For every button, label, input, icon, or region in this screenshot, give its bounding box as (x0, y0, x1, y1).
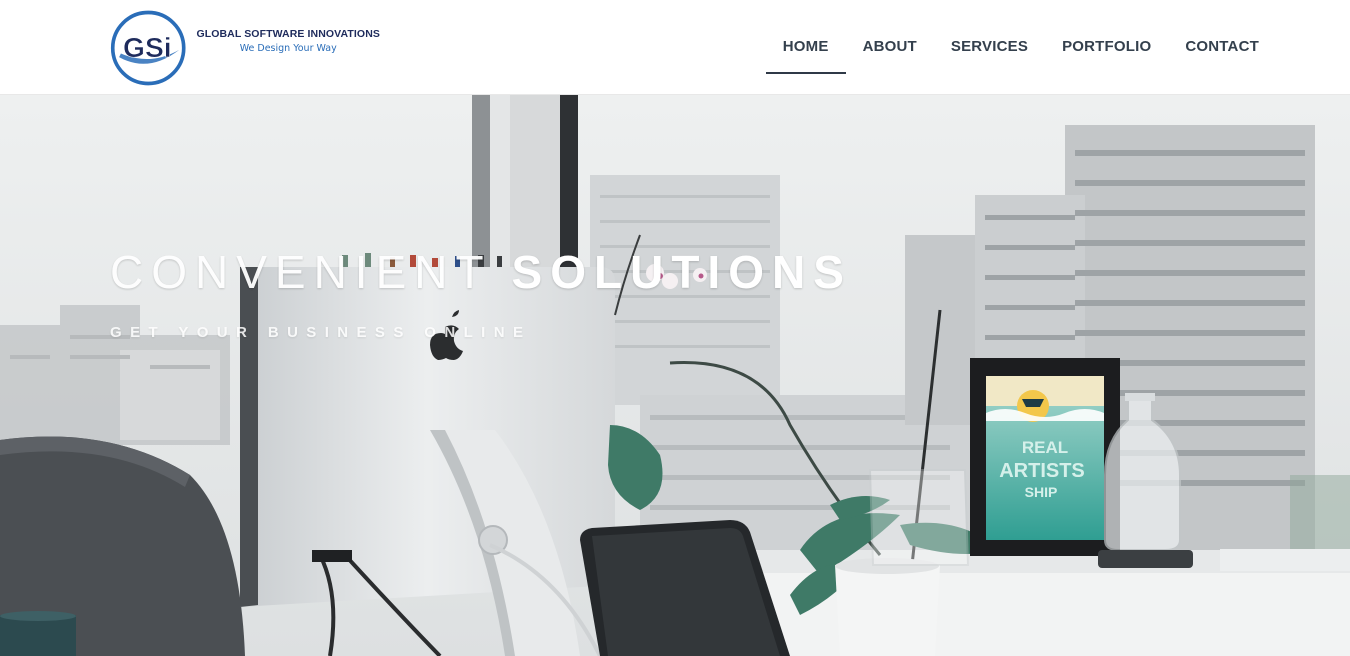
hero-headline-light: CONVENIENT (110, 246, 512, 298)
poster-text-real: REAL (1022, 438, 1068, 457)
site-header: GSi GLOBAL SOFTWARE INNOVATIONS We Desig… (0, 0, 1350, 95)
main-nav: HOME ABOUT SERVICES PORTFOLIO CONTACT (765, 0, 1276, 95)
brand-logo[interactable]: GSi GLOBAL SOFTWARE INNOVATIONS We Desig… (110, 6, 380, 90)
poster-text-artists: ARTISTS (999, 460, 1085, 482)
nav-item-services[interactable]: SERVICES (934, 0, 1045, 95)
hero-headline-bold: SOLUTIONS (511, 246, 852, 298)
nav-item-portfolio[interactable]: PORTFOLIO (1045, 0, 1168, 95)
gsi-logo-icon: GSi (110, 10, 186, 86)
hero-headline: CONVENIENT SOLUTIONS (110, 245, 852, 299)
brand-name: GLOBAL SOFTWARE INNOVATIONS (196, 28, 380, 40)
nav-item-about[interactable]: ABOUT (846, 0, 934, 95)
logo-monogram: GSi (123, 31, 172, 63)
nav-item-home[interactable]: HOME (765, 0, 846, 95)
hero-background-image: REAL ARTISTS SHIP (0, 95, 1350, 656)
nav-item-contact[interactable]: CONTACT (1168, 0, 1276, 95)
hero-subheadline: GET YOUR BUSINESS ONLINE (110, 324, 532, 341)
brand-tagline: We Design Your Way (239, 43, 337, 54)
poster-text-ship: SHIP (1025, 484, 1058, 500)
hero-banner: REAL ARTISTS SHIP CONVENIENT SOLUTIONS G… (0, 95, 1350, 656)
